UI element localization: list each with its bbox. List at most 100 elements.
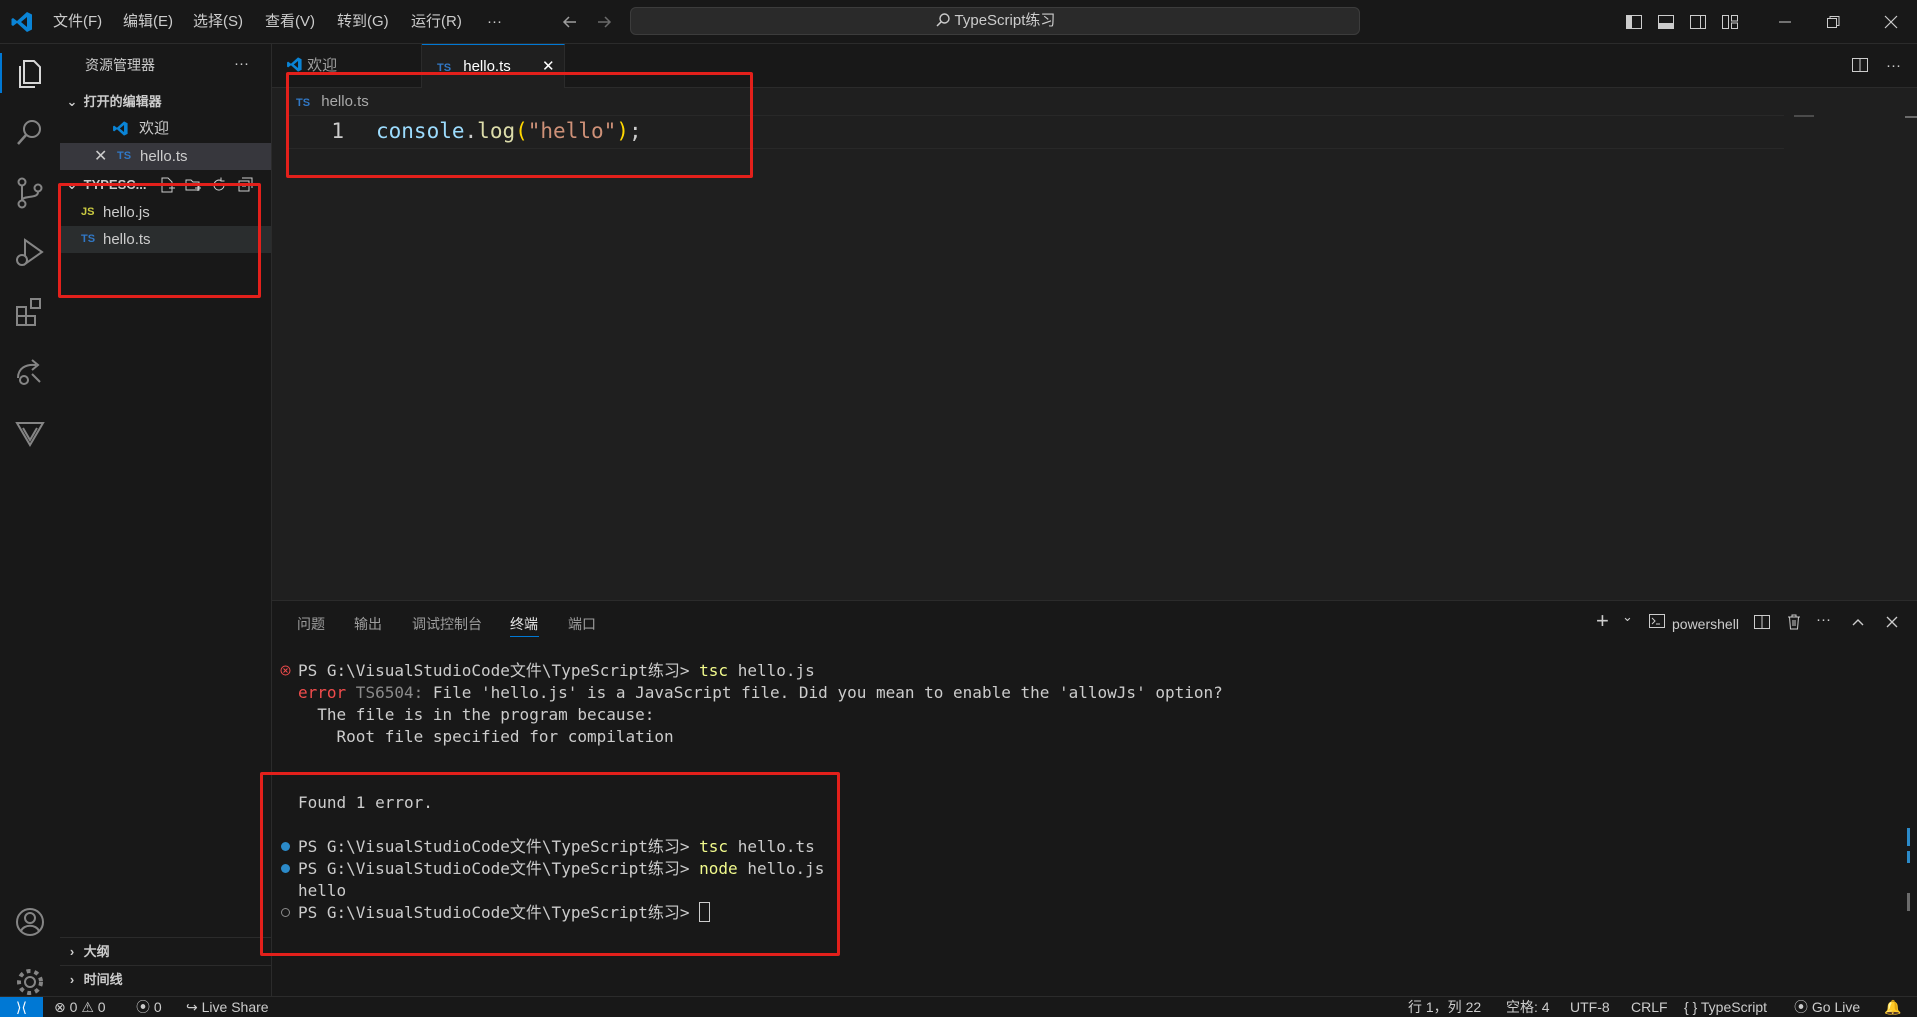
warning-icon: ⚠ (81, 999, 94, 1015)
problems-status[interactable]: ⊗ 0 ⚠ 0 (54, 997, 106, 1017)
remote-indicator-icon[interactable]: ⟩⟨ (0, 997, 43, 1017)
menu-edit[interactable]: 编辑(E) (123, 0, 173, 43)
forward-arrow-icon[interactable] (594, 12, 614, 32)
toggle-secondary-sidebar-icon[interactable] (1688, 12, 1708, 32)
indentation-status[interactable]: 空格: 4 (1506, 997, 1550, 1017)
search-activity-icon[interactable] (10, 113, 50, 153)
annotation-box-terminal (260, 772, 840, 956)
split-editor-icon[interactable] (1850, 55, 1870, 75)
extensions-icon[interactable] (10, 292, 50, 332)
open-editors-header[interactable]: ⌄ 打开的编辑器 (64, 88, 275, 115)
new-terminal-plus-icon[interactable]: + (1596, 608, 1609, 634)
menu-go[interactable]: 转到(G) (337, 0, 389, 43)
panel-tab-debug-console[interactable]: 调试控制台 (412, 612, 482, 636)
ports-count: 0 (153, 999, 162, 1015)
language-label: TypeScript (1700, 999, 1768, 1015)
customize-layout-icon[interactable] (1720, 12, 1740, 32)
menu-more[interactable]: ··· (487, 0, 502, 43)
live-share-status[interactable]: ↪ Live Share (186, 997, 269, 1017)
explorer-icon[interactable] (10, 53, 50, 93)
terminal-prompt: PS G:\VisualStudioCode文件\TypeScript练习> (298, 661, 700, 680)
restore-icon[interactable] (1823, 12, 1843, 32)
maximize-panel-icon[interactable] (1848, 612, 1868, 632)
encoding-status[interactable]: UTF-8 (1570, 997, 1610, 1017)
search-text: TypeScript练习 (954, 12, 1056, 29)
active-tab-underline (510, 636, 539, 637)
error-decoration-icon (280, 665, 291, 676)
split-terminal-icon[interactable] (1752, 612, 1772, 632)
typescript-file-icon: TS (117, 150, 132, 162)
notifications-bell-icon[interactable]: 🔔 (1884, 997, 1901, 1017)
scrollbar-marker (1907, 893, 1910, 911)
terminal-line: Root file specified for compilation (298, 727, 674, 746)
chevron-right-icon: › (69, 972, 75, 987)
menu-selection[interactable]: 选择(S) (193, 0, 243, 43)
chevron-down-icon[interactable]: ⌄ (1622, 609, 1633, 625)
vitest-icon[interactable] (10, 412, 50, 452)
panel-tab-output[interactable]: 输出 (354, 612, 382, 636)
annotation-box-editor (286, 72, 753, 178)
outline-header[interactable]: › 大纲 (64, 938, 275, 965)
menu-file[interactable]: 文件(F) (53, 0, 102, 43)
terminal-line: The file is in the program because: (298, 705, 655, 724)
warning-count: 0 (97, 999, 106, 1015)
error-icon: ⊗ (54, 999, 66, 1015)
go-live-status[interactable]: ⦿ Go Live (1794, 997, 1860, 1017)
status-bar: ⟩⟨ ⊗ 0 ⚠ 0 ⦿ 0 ↪ Live Share 行 1，列 22 空格:… (0, 996, 1917, 1017)
trash-icon[interactable] (1784, 612, 1804, 632)
accounts-icon[interactable] (10, 902, 50, 942)
eol-status[interactable]: CRLF (1631, 997, 1668, 1017)
panel-tab-terminal[interactable]: 终端 (510, 612, 538, 636)
braces-icon: { } (1684, 999, 1698, 1015)
timeline-label: 时间线 (83, 972, 123, 987)
menu-run[interactable]: 运行(R) (411, 0, 462, 43)
terminal-error-code: TS6504: (346, 683, 424, 702)
run-debug-icon[interactable] (10, 232, 50, 272)
open-editor-item-hello-ts[interactable]: ✕ TS hello.ts (60, 143, 271, 170)
open-editor-item-welcome[interactable]: 欢迎 (60, 115, 271, 142)
explorer-more-button[interactable]: ··· (234, 50, 264, 77)
terminal-args: hello.js (728, 661, 815, 680)
broadcast-icon: ⦿ (136, 999, 150, 1015)
vscode-logo-icon (287, 57, 302, 72)
search-icon (936, 13, 950, 27)
go-live-label: Go Live (1811, 999, 1861, 1015)
toggle-primary-sidebar-icon[interactable] (1624, 12, 1644, 32)
annotation-box-files (58, 183, 261, 298)
live-share-icon[interactable] (10, 352, 50, 392)
minimize-icon[interactable] (1775, 12, 1795, 32)
terminal-command: tsc (699, 661, 729, 680)
panel-more-button[interactable]: ··· (1816, 608, 1831, 632)
cursor-position[interactable]: 行 1，列 22 (1408, 997, 1481, 1017)
chevron-right-icon: › (69, 944, 75, 959)
terminal-line: PS G:\VisualStudioCode文件\TypeScript练习> t… (298, 660, 815, 682)
live-share-label: Live Share (201, 999, 269, 1015)
chevron-down-icon: ⌄ (66, 94, 78, 109)
close-icon[interactable]: ✕ (94, 143, 107, 170)
command-center-search[interactable]: TypeScript练习 (630, 7, 1360, 35)
outline-label: 大纲 (83, 944, 110, 959)
timeline-header[interactable]: › 时间线 (64, 966, 275, 993)
panel-tab-problems[interactable]: 问题 (297, 612, 325, 636)
editor-more-button[interactable]: ··· (1886, 44, 1901, 87)
close-window-icon[interactable] (1881, 12, 1901, 32)
source-control-icon[interactable] (10, 173, 50, 213)
open-editor-label: hello.ts (140, 148, 188, 165)
panel-tab-ports[interactable]: 端口 (568, 612, 596, 636)
vscode-logo-icon (113, 121, 128, 136)
activity-bar (0, 44, 61, 996)
toggle-panel-icon[interactable] (1656, 12, 1676, 32)
scrollbar-marker (1905, 116, 1917, 118)
close-panel-icon[interactable] (1882, 612, 1902, 632)
menu-view[interactable]: 查看(V) (265, 0, 315, 43)
language-status[interactable]: { } TypeScript (1684, 997, 1767, 1017)
back-arrow-icon[interactable] (560, 12, 580, 32)
broadcast-icon: ⦿ (1794, 999, 1808, 1015)
terminal-shell-label[interactable]: powershell (1672, 612, 1739, 636)
ports-status[interactable]: ⦿ 0 (136, 997, 162, 1017)
error-count: 0 (69, 999, 78, 1015)
minimap[interactable] (1794, 115, 1814, 117)
terminal-line: error TS6504: File 'hello.js' is a JavaS… (298, 682, 1223, 704)
vscode-logo-icon (11, 12, 32, 32)
live-share-icon: ↪ (186, 999, 198, 1015)
